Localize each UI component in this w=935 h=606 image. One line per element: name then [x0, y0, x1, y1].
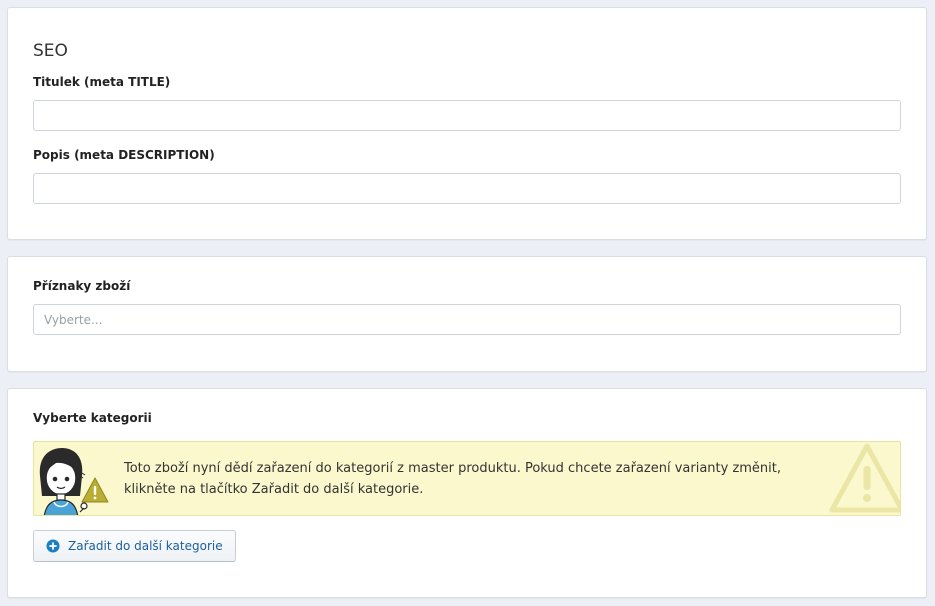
seo-card: SEO Titulek (meta TITLE) Popis (meta DES… — [7, 7, 927, 240]
add-category-button-label: Zařadit do další kategorie — [68, 539, 223, 553]
product-flags-label: Příznaky zboží — [33, 279, 131, 293]
warning-background-icon — [829, 443, 900, 513]
product-flags-select[interactable] — [33, 304, 901, 335]
seo-section-title: SEO — [33, 41, 68, 61]
inherit-notice: Toto zboží nyní dědí zařazení do kategor… — [33, 441, 901, 516]
girl-illustration-icon — [39, 448, 109, 515]
plus-circle-icon — [46, 539, 60, 553]
meta-title-input[interactable] — [33, 100, 901, 131]
inherit-notice-text: Toto zboží nyní dědí zařazení do kategor… — [124, 461, 782, 497]
category-card: Vyberte kategorii Toto zboží nyní dědí z… — [7, 388, 927, 598]
add-category-button[interactable]: Zařadit do další kategorie — [33, 530, 236, 562]
product-flags-card: Příznaky zboží — [7, 256, 927, 372]
meta-description-input[interactable] — [33, 173, 901, 204]
meta-description-label: Popis (meta DESCRIPTION) — [33, 148, 215, 162]
meta-title-label: Titulek (meta TITLE) — [33, 75, 171, 89]
category-label: Vyberte kategorii — [33, 411, 152, 425]
